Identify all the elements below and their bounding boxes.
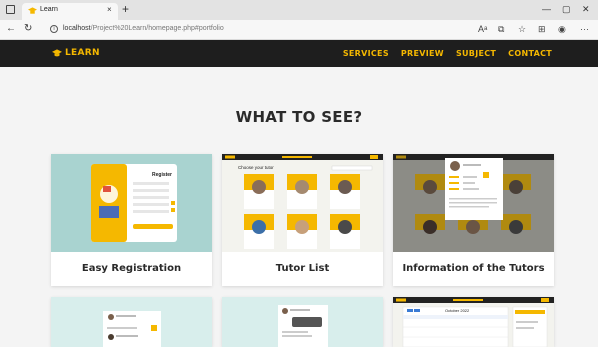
extensions-icon[interactable]: ⧉ xyxy=(498,24,504,34)
window-menu-icon[interactable] xyxy=(6,5,15,14)
browser-tab-bar: Learn × + — ▢ ✕ xyxy=(0,0,598,20)
card-preview-4[interactable] xyxy=(51,297,212,347)
browser-address-bar: ← ↻ i localhost/Project%20Learn/homepage… xyxy=(0,20,598,40)
url-field[interactable]: i localhost/Project%20Learn/homepage.php… xyxy=(44,23,502,37)
calendar-thumbnail: October 2022 xyxy=(393,297,554,347)
menu-item-subject[interactable]: SUBJECT xyxy=(456,49,496,58)
back-arrow-icon[interactable]: ← xyxy=(6,23,16,34)
card-tutor-list[interactable]: Choose your tutor Tutor List xyxy=(222,154,383,286)
card-caption: Tutor List xyxy=(222,252,383,286)
profile-icon[interactable]: ◉ xyxy=(558,24,566,34)
tab-close-button[interactable]: × xyxy=(107,5,112,14)
menu-item-contact[interactable]: CONTACT xyxy=(508,49,552,58)
tutor-list-thumbnail: Choose your tutor xyxy=(222,154,383,252)
new-tab-button[interactable]: + xyxy=(122,3,129,15)
choose-tutor-heading: Choose your tutor xyxy=(238,165,274,170)
menu-item-preview[interactable]: PREVIEW xyxy=(401,49,444,58)
card-preview-6[interactable]: October 2022 xyxy=(393,297,554,347)
registration-thumbnail: Register xyxy=(51,154,212,252)
card-easy-registration[interactable]: Register Easy Registration xyxy=(51,154,212,286)
minimize-button[interactable]: — xyxy=(542,4,551,14)
main-menu: SERVICES PREVIEW SUBJECT CONTACT xyxy=(331,49,552,58)
site-logo[interactable]: LEARN xyxy=(52,48,100,58)
site-navbar: LEARN SERVICES PREVIEW SUBJECT CONTACT xyxy=(0,40,598,67)
favorites-icon[interactable]: ☆ xyxy=(518,24,526,34)
calendar-month-label: October 2022 xyxy=(445,308,470,313)
close-window-button[interactable]: ✕ xyxy=(582,4,590,15)
refresh-icon[interactable]: ↻ xyxy=(24,23,32,34)
url-text: localhost/Project%20Learn/homepage.php#p… xyxy=(63,25,224,32)
site-info-icon[interactable]: i xyxy=(50,25,58,33)
chat-thumbnail xyxy=(222,297,383,347)
card-tutor-information[interactable]: Information of the Tutors xyxy=(393,154,554,286)
graduation-cap-icon xyxy=(28,7,37,14)
read-aloud-icon[interactable]: A͏ᵃ xyxy=(478,24,487,34)
maximize-button[interactable]: ▢ xyxy=(562,4,571,15)
logo-text: LEARN xyxy=(65,48,100,58)
collections-icon[interactable]: ⊞ xyxy=(538,24,546,34)
browser-tab[interactable]: Learn × xyxy=(22,3,118,20)
tab-title: Learn xyxy=(40,6,58,13)
register-heading: Register xyxy=(152,172,172,178)
section-title: WHAT TO SEE? xyxy=(235,108,363,126)
tutor-info-thumbnail xyxy=(393,154,554,252)
menu-item-services[interactable]: SERVICES xyxy=(343,49,389,58)
card-preview-5[interactable] xyxy=(222,297,383,347)
card-caption: Information of the Tutors xyxy=(393,252,554,286)
more-icon[interactable]: ··· xyxy=(580,24,589,34)
card-caption: Easy Registration xyxy=(51,252,212,286)
graduation-cap-icon xyxy=(52,48,62,56)
messages-thumbnail xyxy=(51,297,212,347)
